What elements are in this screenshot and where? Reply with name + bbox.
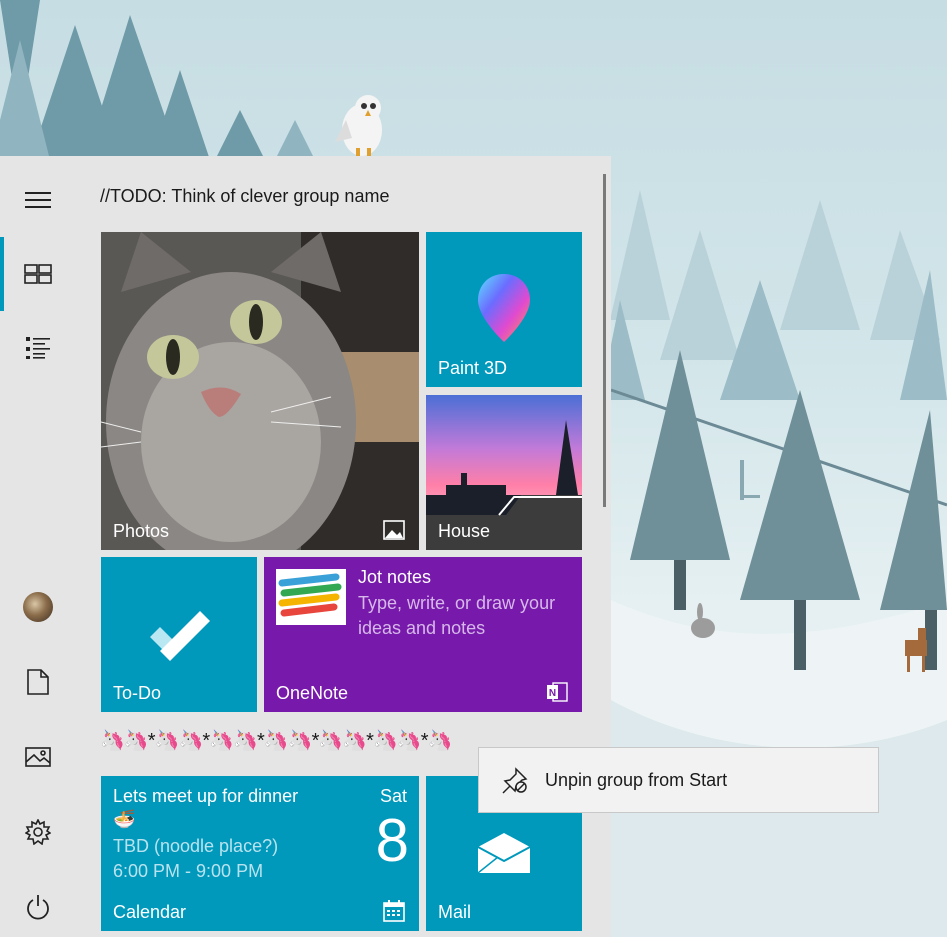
photos-icon: [383, 520, 405, 540]
calendar-emoji: 🍜: [113, 809, 136, 829]
photos-label: Photos: [113, 521, 170, 541]
paint3d-tile[interactable]: Paint 3D: [426, 232, 582, 387]
onenote-desc: Type, write, or draw your ideas and note…: [358, 593, 556, 638]
cat-photo: [101, 232, 419, 550]
pictures-icon[interactable]: [0, 727, 75, 787]
group-title[interactable]: //TODO: Think of clever group name: [100, 186, 389, 207]
owl-figure: [335, 95, 382, 156]
group2-title[interactable]: 🦄🦄*🦄🦄*🦄🦄*🦄🦄*🦄🦄*🦄🦄*🦄: [100, 728, 452, 753]
avatar: [22, 592, 53, 622]
paint3d-label: Paint 3D: [438, 358, 508, 378]
envelope-icon: [478, 833, 530, 873]
onenote-label: OneNote: [276, 683, 349, 703]
gear-icon[interactable]: [0, 802, 75, 862]
svg-text:N: N: [549, 688, 556, 699]
photos-tile[interactable]: Photos: [101, 232, 419, 550]
document-icon[interactable]: [0, 652, 75, 712]
house-label: House: [438, 521, 491, 541]
calendar-label: Calendar: [113, 902, 187, 922]
todo-label: To-Do: [113, 683, 162, 703]
unpin-group-option[interactable]: Unpin group from Start: [545, 770, 727, 791]
account-button[interactable]: [0, 577, 75, 637]
checkmark-icon: [150, 611, 210, 661]
scrollbar[interactable]: [603, 174, 606, 507]
todo-tile[interactable]: To-Do: [101, 557, 257, 712]
start-menu: //TODO: Think of clever group name Photo…: [0, 156, 611, 937]
context-menu: Unpin group from Start: [478, 747, 879, 813]
hamburger-icon[interactable]: [0, 170, 75, 230]
all-tiles-icon[interactable]: [0, 244, 75, 304]
house-tile[interactable]: House: [426, 395, 582, 550]
calendar-event: Lets meet up for dinner: [113, 786, 299, 806]
power-icon[interactable]: [0, 877, 75, 937]
calendar-time: 6:00 PM - 9:00 PM: [113, 861, 264, 881]
start-rail: [0, 156, 75, 937]
onenote-preview-icon: [276, 569, 346, 625]
calendar-location: TBD (noodle place?): [113, 836, 279, 856]
onenote-tile[interactable]: Jot notes Type, write, or draw your idea…: [264, 557, 582, 712]
unpin-icon: [502, 767, 528, 794]
calendar-date: 8: [375, 807, 409, 874]
onenote-icon: N: [547, 682, 568, 702]
paint3d-icon: [478, 274, 530, 342]
rabbit-figure: [691, 603, 715, 638]
calendar-day: Sat: [379, 786, 407, 806]
calendar-tile[interactable]: Lets meet up for dinner 🍜 TBD (noodle pl…: [101, 776, 419, 931]
onenote-heading: Jot notes: [358, 567, 432, 587]
app-list-icon[interactable]: [0, 318, 75, 378]
calendar-icon: [383, 900, 405, 922]
mail-label: Mail: [438, 902, 472, 922]
